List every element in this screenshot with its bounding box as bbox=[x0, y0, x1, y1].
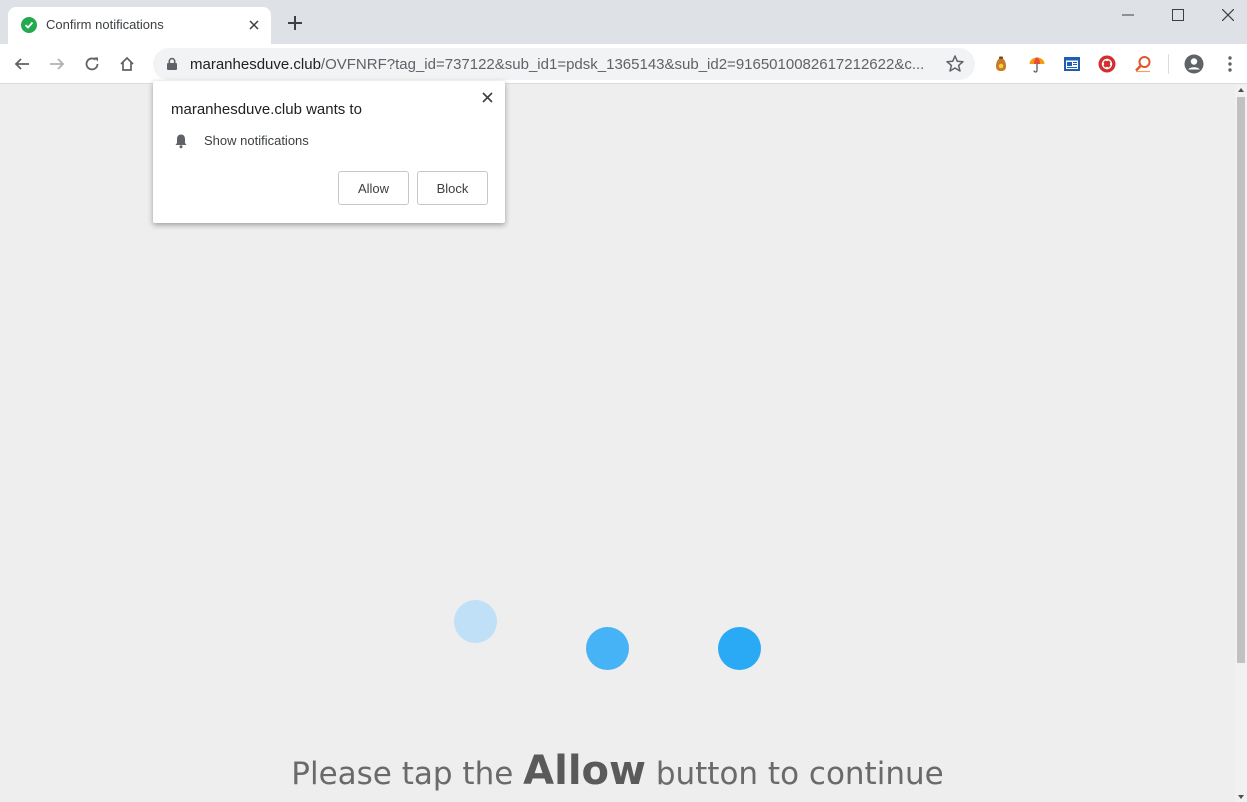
loading-dot bbox=[718, 627, 761, 670]
browser-menu-button[interactable] bbox=[1219, 53, 1241, 75]
tab-strip: Confirm notifications bbox=[0, 0, 1247, 44]
window-close-button[interactable] bbox=[1203, 0, 1247, 30]
popup-title: maranhesduve.club wants to bbox=[171, 101, 362, 118]
cta-allow-word: Allow bbox=[523, 748, 646, 794]
red-film-extension-icon[interactable] bbox=[1096, 53, 1118, 75]
scroll-thumb[interactable] bbox=[1237, 97, 1245, 663]
scroll-up-arrow-icon[interactable] bbox=[1238, 88, 1244, 92]
url-path: /OVFNRF?tag_id=737122&sub_id1=pdsk_13651… bbox=[320, 56, 925, 73]
arrow-right-icon bbox=[50, 58, 65, 70]
tab-title: Confirm notifications bbox=[46, 17, 164, 32]
new-tab-button[interactable] bbox=[284, 12, 306, 34]
bookmark-star-icon[interactable] bbox=[945, 54, 965, 74]
window-maximize-button[interactable] bbox=[1153, 0, 1203, 30]
scroll-down-arrow-icon[interactable] bbox=[1238, 795, 1244, 799]
reload-button[interactable] bbox=[78, 50, 106, 78]
lock-icon[interactable] bbox=[165, 57, 179, 71]
cta-suffix: button to continue bbox=[645, 756, 944, 792]
reload-icon bbox=[85, 57, 99, 71]
block-button[interactable]: Block bbox=[417, 171, 488, 205]
toolbar-separator bbox=[1168, 54, 1169, 74]
home-icon bbox=[120, 56, 134, 71]
home-button[interactable] bbox=[113, 50, 141, 78]
more-vert-icon bbox=[1228, 56, 1232, 72]
allow-button[interactable]: Allow bbox=[338, 171, 409, 205]
arrow-left-icon bbox=[14, 58, 29, 70]
popup-close-icon[interactable] bbox=[479, 89, 495, 105]
tab-close-icon[interactable] bbox=[245, 16, 263, 34]
url-host: maranhesduve.club bbox=[190, 56, 321, 73]
notification-permission-popup: maranhesduve.club wants to Show notifica… bbox=[153, 81, 505, 223]
loading-dot bbox=[454, 600, 497, 643]
magnifier-extension-icon[interactable] bbox=[1132, 53, 1154, 75]
account-circle-icon bbox=[1184, 54, 1204, 74]
bag-extension-icon[interactable] bbox=[990, 53, 1012, 75]
address-bar[interactable]: maranhesduve.club/OVFNRF?tag_id=737122&s… bbox=[153, 48, 975, 80]
window-extension-icon[interactable] bbox=[1061, 53, 1083, 75]
browser-toolbar: maranhesduve.club/OVFNRF?tag_id=737122&s… bbox=[0, 44, 1247, 84]
plus-icon bbox=[288, 16, 302, 30]
check-circle-icon bbox=[21, 17, 37, 33]
maximize-icon bbox=[1172, 9, 1184, 21]
minimize-icon bbox=[1122, 14, 1134, 16]
profile-avatar-button[interactable] bbox=[1183, 53, 1205, 75]
forward-button[interactable] bbox=[43, 50, 71, 78]
allow-instruction-text: Please tap the Allow button to continue bbox=[0, 748, 1235, 794]
permission-label: Show notifications bbox=[204, 133, 309, 148]
bell-icon bbox=[175, 134, 187, 149]
umbrella-extension-icon[interactable] bbox=[1026, 53, 1048, 75]
cta-prefix: Please tap the bbox=[291, 756, 524, 792]
close-icon bbox=[1222, 9, 1234, 21]
back-button[interactable] bbox=[8, 50, 36, 78]
tab-confirm-notifications[interactable]: Confirm notifications bbox=[8, 7, 271, 44]
url-text[interactable]: maranhesduve.club/OVFNRF?tag_id=737122&s… bbox=[190, 56, 930, 73]
page-scrollbar[interactable] bbox=[1235, 85, 1247, 802]
loading-dot bbox=[586, 627, 629, 670]
window-minimize-button[interactable] bbox=[1103, 0, 1153, 30]
